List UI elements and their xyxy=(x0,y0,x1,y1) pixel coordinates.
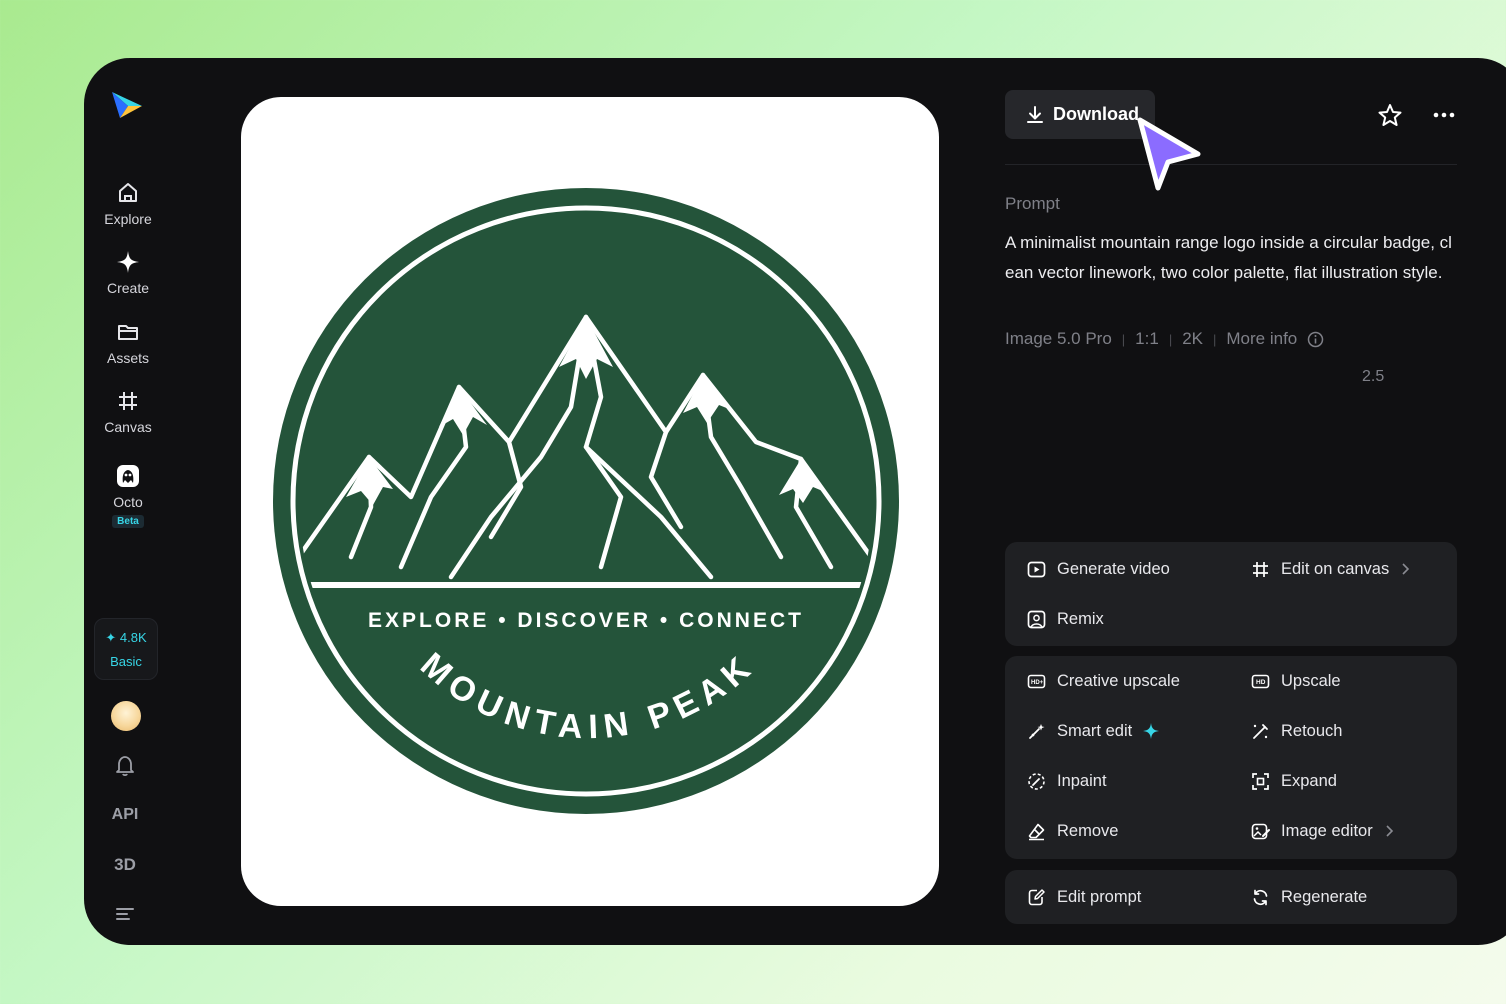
action-label: Smart edit xyxy=(1057,721,1133,740)
sidebar-item-create[interactable]: Create xyxy=(84,249,172,296)
sparkle-icon xyxy=(1143,723,1160,739)
action-label: Creative upscale xyxy=(1057,671,1180,690)
mountain-badge-logo: EXPLORE • DISCOVER • CONNECT MOUNTAIN PE… xyxy=(273,188,899,814)
hd-plus-icon: HD+ xyxy=(1027,674,1046,688)
prompt-label: Prompt xyxy=(1005,194,1060,213)
generated-image[interactable]: EXPLORE • DISCOVER • CONNECT MOUNTAIN PE… xyxy=(241,97,939,906)
meta-separator: | xyxy=(1121,331,1126,347)
chevron-right-icon xyxy=(1386,825,1393,837)
sidebar-item-label: Canvas xyxy=(104,419,152,435)
image-editor-button[interactable]: Image editor xyxy=(1251,818,1394,844)
3d-button[interactable]: 3D xyxy=(84,855,166,875)
header-divider xyxy=(1005,164,1457,165)
version-number: 2.5 xyxy=(1362,368,1385,385)
folder-icon xyxy=(118,325,138,340)
remix-icon xyxy=(1027,610,1046,628)
video-play-icon xyxy=(1027,561,1046,577)
svg-text:HD: HD xyxy=(1256,679,1266,686)
canvas-icon xyxy=(1253,561,1268,577)
action-label: Generate video xyxy=(1057,559,1170,578)
action-label: Edit on canvas xyxy=(1281,559,1390,578)
sidebar-item-label: Assets xyxy=(106,350,149,366)
sidebar-item-label: Create xyxy=(106,280,150,296)
action-label: Remix xyxy=(1057,609,1104,628)
sparkle-icon xyxy=(117,251,139,273)
model-name: Image 5.0 Pro xyxy=(1005,329,1112,348)
remix-button[interactable]: Remix xyxy=(1027,606,1104,632)
app-window: Explore Create Assets Canvas Octo Beta ✦… xyxy=(84,58,1506,945)
action-label: Inpaint xyxy=(1057,771,1107,790)
action-group-prompt: Edit prompt Regenerate xyxy=(1005,870,1457,924)
action-group-generate: Generate video Edit on canvas Remix xyxy=(1005,542,1457,646)
sidebar-item-octo[interactable]: Octo Beta xyxy=(84,463,172,528)
expand-button[interactable]: Expand xyxy=(1251,768,1337,794)
resolution: 2K xyxy=(1182,329,1203,348)
more-info-link[interactable]: More info xyxy=(1226,329,1297,349)
action-label: Remove xyxy=(1057,821,1119,840)
badge-tagline: EXPLORE • DISCOVER • CONNECT xyxy=(368,609,804,632)
inpaint-icon xyxy=(1028,772,1045,790)
creative-upscale-button[interactable]: HD+ Creative upscale xyxy=(1027,668,1180,694)
sidebar-item-canvas[interactable]: Canvas xyxy=(84,388,172,435)
retouch-icon xyxy=(1253,723,1268,739)
meta-separator: | xyxy=(1213,331,1217,347)
image-meta: Image 5.0 Pro | 1:1 | 2K | More info xyxy=(1005,329,1324,349)
home-icon xyxy=(119,183,137,202)
sidebar-item-label: Octo xyxy=(113,494,143,510)
action-label: Image editor xyxy=(1281,821,1373,840)
canvas-icon xyxy=(119,392,137,410)
chevron-right-icon xyxy=(1402,563,1410,575)
octo-icon xyxy=(117,465,139,487)
sidebar-item-assets[interactable]: Assets xyxy=(84,319,172,366)
regenerate-button[interactable]: Regenerate xyxy=(1251,884,1367,910)
svg-text:HD+: HD+ xyxy=(1031,680,1044,686)
credits-badge[interactable]: ✦ 4.8K Basic xyxy=(94,618,158,680)
action-label: Expand xyxy=(1281,771,1337,790)
action-label: Edit prompt xyxy=(1057,887,1142,906)
aspect-ratio: 1:1 xyxy=(1135,329,1159,348)
top-actions xyxy=(1377,102,1457,128)
generate-video-button[interactable]: Generate video xyxy=(1027,556,1170,582)
more-options-icon[interactable] xyxy=(1431,102,1457,128)
upscale-button[interactable]: HD Upscale xyxy=(1251,668,1341,694)
expand-icon xyxy=(1252,772,1269,790)
avatar[interactable] xyxy=(111,701,141,731)
star-icon[interactable] xyxy=(1377,102,1403,128)
prompt-text[interactable]: A minimalist mountain range logo inside … xyxy=(1005,228,1457,288)
bell-icon[interactable] xyxy=(114,754,136,778)
action-group-edit: HD+ Creative upscale HD Upscale Smart ed… xyxy=(1005,656,1457,859)
download-label: Download xyxy=(1053,104,1139,124)
eraser-icon xyxy=(1028,823,1045,840)
credits-amount: ✦ 4.8K xyxy=(105,630,147,645)
action-label: Regenerate xyxy=(1281,887,1368,906)
edit-prompt-icon xyxy=(1028,888,1045,905)
cursor-pointer-icon xyxy=(1137,117,1201,191)
sidebar-item-explore[interactable]: Explore xyxy=(84,180,172,227)
api-button[interactable]: API xyxy=(84,806,166,824)
meta-separator: | xyxy=(1168,331,1173,347)
sidebar-item-label: Explore xyxy=(104,211,152,227)
app-logo[interactable] xyxy=(108,88,144,124)
magic-wand-icon xyxy=(1029,723,1045,739)
remove-button[interactable]: Remove xyxy=(1027,818,1118,844)
menu-icon[interactable] xyxy=(115,906,135,922)
action-label: Retouch xyxy=(1281,721,1343,740)
image-editor-icon xyxy=(1251,823,1270,839)
retouch-button[interactable]: Retouch xyxy=(1251,718,1342,744)
detail-panel: Download Prompt A minimalist mountain ra… xyxy=(1005,90,1457,930)
plan-label: Basic xyxy=(110,654,142,669)
edit-on-canvas-button[interactable]: Edit on canvas xyxy=(1251,556,1410,582)
info-icon[interactable] xyxy=(1307,331,1324,348)
hd-icon: HD xyxy=(1251,674,1270,688)
sidebar: Explore Create Assets Canvas Octo Beta ✦… xyxy=(84,58,172,945)
inpaint-button[interactable]: Inpaint xyxy=(1027,768,1107,794)
download-icon xyxy=(1027,105,1043,123)
smart-edit-button[interactable]: Smart edit xyxy=(1027,718,1160,744)
action-label: Upscale xyxy=(1281,671,1341,690)
beta-badge: Beta xyxy=(112,515,144,528)
edit-prompt-button[interactable]: Edit prompt xyxy=(1027,884,1141,910)
regenerate-icon xyxy=(1253,889,1268,905)
